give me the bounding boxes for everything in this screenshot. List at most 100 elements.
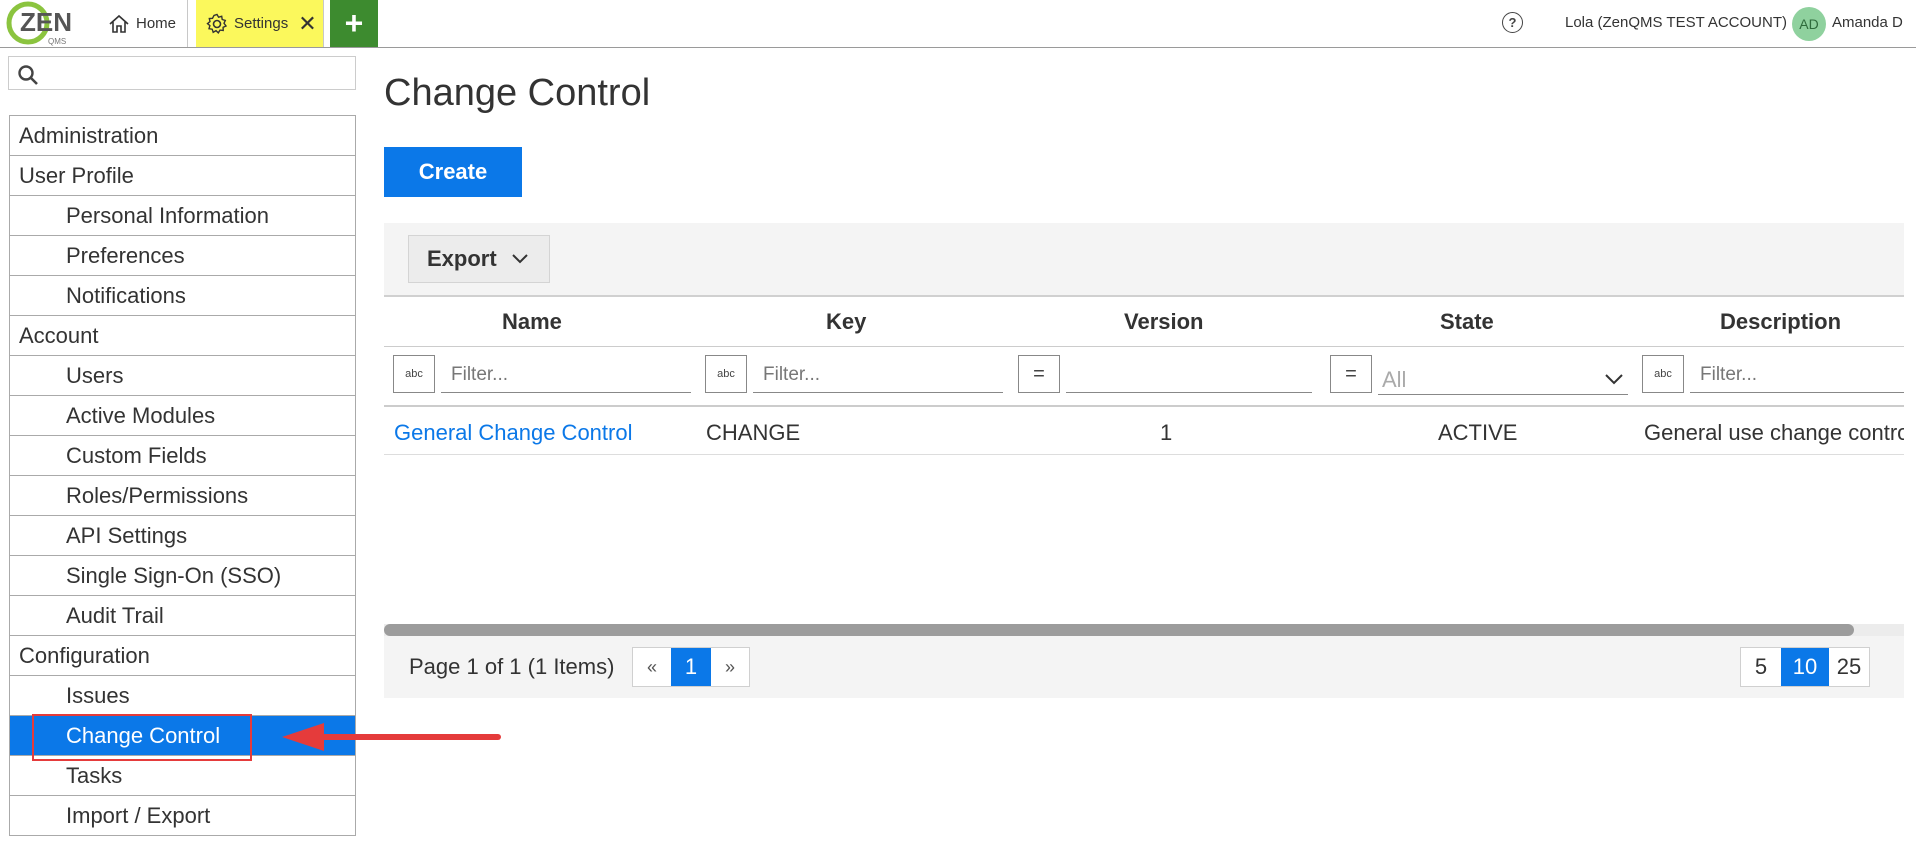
filter-name-input[interactable]: [441, 357, 691, 393]
user-name[interactable]: Amanda D: [1832, 14, 1903, 31]
text-filter-icon[interactable]: abc: [705, 355, 747, 393]
help-icon[interactable]: ?: [1502, 12, 1523, 33]
filter-key: abc: [705, 355, 1005, 397]
close-icon[interactable]: ✕: [298, 12, 316, 35]
cell-key: CHANGE: [706, 420, 801, 445]
export-label: Export: [427, 246, 497, 271]
sidebar-item-single-sign-on-sso[interactable]: Single Sign-On (SSO): [10, 556, 355, 596]
column-header-key[interactable]: Key: [826, 309, 866, 335]
sidebar-item-label: Personal Information: [66, 202, 269, 228]
page-size-selector: 5 10 25: [1740, 647, 1870, 687]
equals-filter-icon[interactable]: =: [1330, 355, 1372, 393]
grid-toolbar: Export: [384, 223, 1904, 297]
sidebar-item-notifications[interactable]: Notifications: [10, 276, 355, 316]
tab-home-label: Home: [136, 15, 177, 32]
sidebar-search: [8, 56, 356, 90]
account-name[interactable]: Lola (ZenQMS TEST ACCOUNT): [1565, 14, 1787, 31]
sidebar-item-administration[interactable]: Administration: [10, 116, 355, 156]
page-button-current[interactable]: 1: [671, 648, 711, 686]
sidebar-item-roles-permissions[interactable]: Roles/Permissions: [10, 476, 355, 516]
page-size-25[interactable]: 25: [1829, 648, 1869, 686]
annotation-arrow-icon: [282, 723, 501, 751]
filter-description-input[interactable]: [1690, 357, 1904, 393]
create-button[interactable]: Create: [384, 147, 522, 197]
pager-info: Page 1 of 1 (1 Items): [409, 654, 615, 679]
sidebar-item-label: Roles/Permissions: [66, 482, 249, 508]
tab-settings-label: Settings: [234, 15, 289, 32]
text-filter-icon[interactable]: abc: [393, 355, 435, 393]
export-button[interactable]: Export: [408, 235, 550, 283]
page-size-10[interactable]: 10: [1781, 648, 1829, 686]
filter-name: abc: [393, 355, 693, 397]
sidebar-item-label: Account: [19, 322, 99, 348]
filter-state: = All: [1330, 355, 1630, 397]
cell-version: 1: [1160, 420, 1173, 445]
sidebar-search-input[interactable]: [45, 61, 345, 85]
sidebar-item-configuration[interactable]: Configuration: [10, 636, 355, 676]
filter-version-input[interactable]: [1066, 357, 1312, 393]
filter-description: abc: [1642, 355, 1904, 397]
tab-home[interactable]: Home: [96, 0, 188, 47]
column-header-state[interactable]: State: [1440, 309, 1494, 335]
sidebar-item-api-settings[interactable]: API Settings: [10, 516, 355, 556]
pager: Page 1 of 1 (1 Items) « 1 » 5 10 25: [384, 636, 1904, 698]
filter-key-input[interactable]: [753, 357, 1003, 393]
sidebar-item-label: Preferences: [66, 242, 185, 268]
cell-state: ACTIVE: [1438, 420, 1518, 445]
sidebar-item-label: Administration: [19, 122, 159, 148]
home-icon: [109, 14, 129, 33]
sidebar-item-issues[interactable]: Issues: [10, 676, 355, 716]
sidebar-item-label: Custom Fields: [66, 442, 207, 468]
chevron-down-icon: [511, 254, 528, 264]
search-icon: [18, 65, 38, 85]
table-row[interactable]: General Change Control CHANGE 1 ACTIVE G…: [384, 409, 1904, 455]
filter-version: =: [1018, 355, 1318, 397]
sidebar-item-label: API Settings: [66, 522, 188, 548]
previous-page-button[interactable]: «: [633, 648, 671, 686]
sidebar-item-label: User Profile: [19, 162, 134, 188]
cell-name-link[interactable]: General Change Control: [394, 420, 632, 446]
gear-icon: [206, 13, 228, 34]
pager-nav: « 1 »: [632, 647, 750, 687]
grid-filter-row: abc abc = = All abc: [384, 347, 1904, 407]
filter-state-select[interactable]: All: [1378, 359, 1628, 395]
horizontal-scrollbar-thumb[interactable]: [384, 624, 1854, 636]
sidebar-item-custom-fields[interactable]: Custom Fields: [10, 436, 355, 476]
column-header-version[interactable]: Version: [1124, 309, 1203, 335]
sidebar-item-audit-trail[interactable]: Audit Trail: [10, 596, 355, 636]
annotation-highlight-box: [32, 714, 252, 761]
svg-text:ZEN: ZEN: [20, 7, 72, 37]
sidebar-item-users[interactable]: Users: [10, 356, 355, 396]
svg-text:QMS: QMS: [48, 37, 66, 46]
logo-mark-icon: ZEN QMS: [6, 1, 72, 46]
sidebar-item-import-export[interactable]: Import / Export: [10, 796, 355, 836]
column-header-description[interactable]: Description: [1720, 309, 1841, 335]
sidebar-item-tasks[interactable]: Tasks: [10, 756, 355, 796]
page-title: Change Control: [384, 72, 651, 114]
avatar[interactable]: AD: [1792, 7, 1826, 41]
sidebar-item-label: Single Sign-On (SSO): [66, 562, 282, 588]
sidebar-item-account[interactable]: Account: [10, 316, 355, 356]
sidebar-item-label: Issues: [66, 682, 130, 708]
chevron-down-icon: [1605, 374, 1623, 385]
grid-header-row: Name Key Version State Description: [384, 297, 1904, 347]
sidebar-item-label: Users: [66, 362, 124, 388]
tab-settings[interactable]: Settings ✕: [196, 0, 324, 47]
page-size-5[interactable]: 5: [1741, 648, 1781, 686]
add-tab-button[interactable]: +: [330, 0, 378, 47]
sidebar-item-active-modules[interactable]: Active Modules: [10, 396, 355, 436]
filter-state-value: All: [1382, 367, 1407, 392]
sidebar-item-personal-information[interactable]: Personal Information: [10, 196, 355, 236]
sidebar-item-label: Active Modules: [66, 402, 216, 428]
cell-description: General use change control: [1644, 420, 1904, 445]
equals-filter-icon[interactable]: =: [1018, 355, 1060, 393]
sidebar-item-label: Notifications: [66, 282, 186, 308]
next-page-button[interactable]: »: [711, 648, 749, 686]
sidebar-item-preferences[interactable]: Preferences: [10, 236, 355, 276]
top-bar: ZEN QMS Home Settings ✕ + ? Lola (ZenQMS…: [0, 0, 1916, 48]
zenqms-logo[interactable]: ZEN QMS: [6, 0, 78, 47]
text-filter-icon[interactable]: abc: [1642, 355, 1684, 393]
sidebar-item-user-profile[interactable]: User Profile: [10, 156, 355, 196]
sidebar-item-label: Import / Export: [66, 802, 211, 828]
column-header-name[interactable]: Name: [502, 309, 562, 335]
